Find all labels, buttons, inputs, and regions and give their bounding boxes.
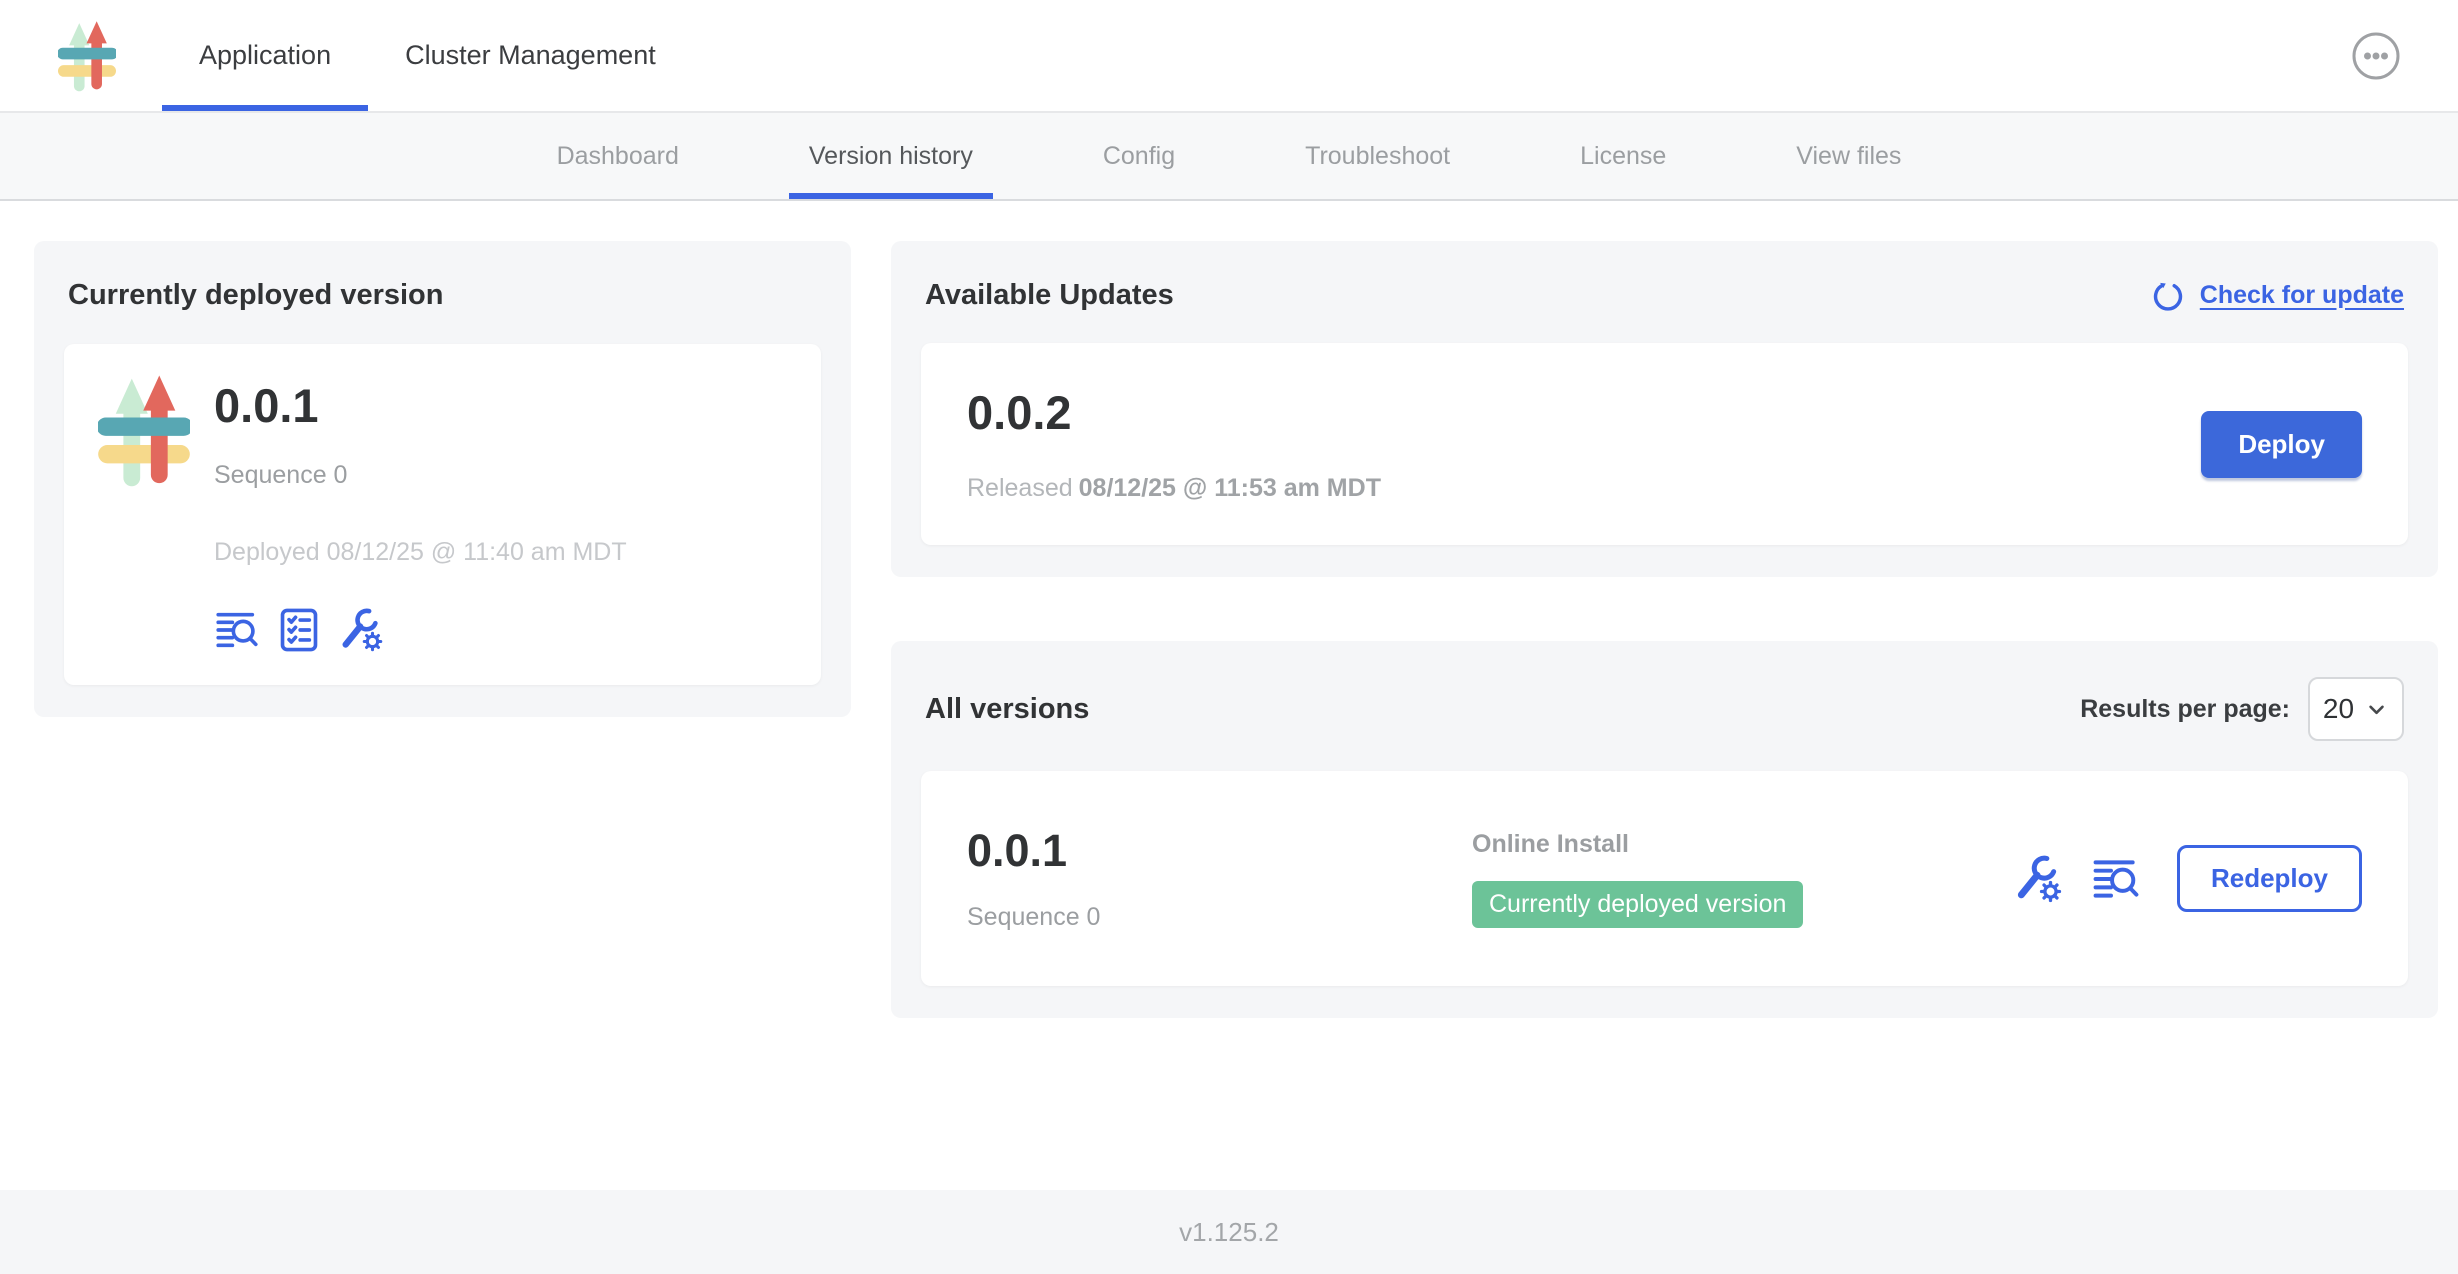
install-type-label: Online Install [1472, 830, 2013, 859]
currently-deployed-panel: Currently deployed version 0.0.1 Sequenc… [34, 241, 851, 717]
update-version-number: 0.0.2 [967, 385, 1381, 440]
app-header: Application Cluster Management [0, 0, 2458, 113]
row-version-number: 0.0.1 [967, 825, 1472, 877]
deployed-sequence-label: Sequence 0 [214, 461, 627, 490]
view-logs-icon [214, 641, 260, 656]
view-logs-icon [2091, 892, 2141, 907]
tab-config[interactable]: Config [1083, 113, 1195, 199]
edit-config-button[interactable] [338, 607, 384, 653]
console-version-label: v1.125.2 [1179, 1217, 1279, 1248]
app-logo-icon [98, 374, 190, 653]
header-tabs: Application Cluster Management [162, 0, 693, 111]
available-update-row: 0.0.2 Released08/12/25 @ 11:53 am MDT De… [921, 343, 2408, 545]
deployed-actions [214, 607, 627, 653]
tab-license[interactable]: License [1560, 113, 1686, 199]
tab-application[interactable]: Application [162, 0, 368, 111]
deployed-version-card: 0.0.1 Sequence 0 Deployed 08/12/25 @ 11:… [64, 344, 821, 685]
redeploy-button[interactable]: Redeploy [2177, 845, 2362, 912]
preflight-checks-button[interactable] [276, 607, 322, 653]
view-logs-button[interactable] [214, 607, 260, 653]
main-content: Currently deployed version 0.0.1 Sequenc… [0, 201, 2458, 1190]
overflow-menu-button[interactable] [2350, 30, 2402, 82]
deployed-version-number: 0.0.1 [214, 378, 627, 433]
app-footer: v1.125.2 [0, 1190, 2458, 1274]
version-row: 0.0.1 Sequence 0 Online Install Currentl… [921, 771, 2408, 986]
tab-view-files[interactable]: View files [1776, 113, 1921, 199]
all-versions-panel: All versions Results per page: 20 [891, 641, 2438, 1018]
tab-dashboard[interactable]: Dashboard [537, 113, 699, 199]
tab-cluster-management[interactable]: Cluster Management [368, 0, 693, 111]
ellipsis-icon [2350, 70, 2402, 85]
view-logs-button[interactable] [2091, 854, 2141, 904]
currently-deployed-title: Currently deployed version [68, 279, 821, 312]
available-updates-title: Available Updates [925, 279, 1174, 312]
tab-troubleshoot[interactable]: Troubleshoot [1285, 113, 1470, 199]
row-sequence-label: Sequence 0 [967, 903, 1472, 932]
results-per-page-label: Results per page: [2080, 695, 2290, 724]
app-subnav: Dashboard Version history Config Trouble… [0, 113, 2458, 201]
edit-config-button[interactable] [2013, 854, 2063, 904]
available-updates-panel: Available Updates Check for update [891, 241, 2438, 577]
results-per-page-select[interactable]: 20 [2308, 677, 2404, 741]
results-per-page: Results per page: 20 [2080, 677, 2404, 741]
check-for-update-link[interactable]: Check for update [2150, 277, 2404, 313]
config-wrench-gear-icon [2013, 892, 2063, 907]
app-logo-icon [58, 20, 116, 111]
currently-deployed-badge: Currently deployed version [1472, 881, 1803, 928]
preflight-checks-icon [276, 641, 322, 656]
right-column: Available Updates Check for update [891, 241, 2438, 1018]
deployed-timestamp: Deployed 08/12/25 @ 11:40 am MDT [214, 538, 627, 567]
all-versions-title: All versions [925, 693, 1089, 726]
refresh-icon [2150, 277, 2186, 313]
config-wrench-gear-icon [338, 641, 384, 656]
deploy-button[interactable]: Deploy [2201, 411, 2362, 478]
tab-version-history[interactable]: Version history [789, 113, 993, 199]
chevron-down-icon [2363, 696, 2389, 722]
released-timestamp: Released08/12/25 @ 11:53 am MDT [967, 474, 1381, 503]
